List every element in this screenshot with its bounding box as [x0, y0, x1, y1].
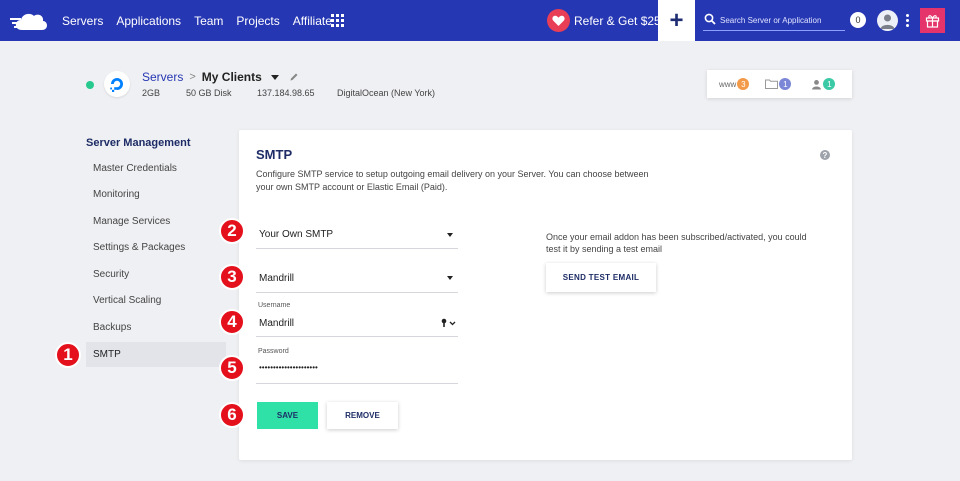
search-box [703, 10, 845, 31]
step-marker-2: 2 [219, 218, 245, 244]
help-icon[interactable]: ? [820, 150, 830, 160]
sidebar-item-backups[interactable]: Backups [86, 315, 226, 340]
step-marker-3: 3 [219, 264, 245, 290]
server-ip: 137.184.98.65 [257, 88, 315, 98]
edit-pencil-icon[interactable] [289, 72, 299, 82]
more-menu-icon[interactable] [906, 14, 909, 27]
sidebar-item-settings-packages[interactable]: Settings & Packages [86, 235, 226, 260]
notification-badge[interactable]: 0 [850, 12, 866, 28]
smtp-type-select[interactable]: Your Own SMTP [256, 222, 458, 249]
refer-label: Refer & Get $25 [574, 13, 661, 28]
stat-team[interactable]: 1 [811, 78, 836, 90]
user-icon [880, 14, 895, 29]
send-test-email-button[interactable]: SEND TEST EMAIL [546, 263, 656, 292]
save-button[interactable]: SAVE [257, 402, 318, 429]
password-value: ••••••••••••••••••••• [259, 363, 318, 372]
gift-button[interactable] [920, 8, 945, 33]
test-email-info: Once your email addon has been subscribe… [546, 232, 807, 254]
breadcrumb-servers-link[interactable]: Servers [142, 70, 183, 84]
sidebar-item-security[interactable]: Security [86, 262, 226, 287]
caret-down-icon [447, 276, 453, 280]
avatar[interactable] [877, 10, 898, 31]
stat-applications[interactable]: www 3 [719, 78, 750, 90]
sidebar-heading: Server Management [86, 137, 191, 149]
sidebar-item-monitoring[interactable]: Monitoring [86, 182, 226, 207]
stat-count: 1 [823, 78, 836, 90]
caret-down-icon [447, 233, 453, 237]
server-stats: www 3 1 1 [707, 70, 852, 98]
server-switch-dropdown-icon[interactable] [270, 74, 279, 80]
smtp-provider-select[interactable]: Mandrill [256, 266, 458, 293]
password-manager-key-icon[interactable] [441, 318, 456, 328]
heart-icon [547, 9, 570, 32]
step-marker-5: 5 [219, 355, 245, 381]
username-value: Mandrill [259, 318, 295, 329]
server-provider: DigitalOcean (New York) [337, 88, 436, 98]
nav-applications[interactable]: Applications [116, 14, 181, 28]
sidebar-item-manage-services[interactable]: Manage Services [86, 209, 226, 234]
username-label: Username [258, 302, 291, 309]
search-icon [704, 13, 716, 25]
nav-affiliate[interactable]: Affiliate [293, 14, 332, 28]
gift-icon [925, 15, 940, 28]
www-icon: www [719, 79, 737, 89]
chevron-right-icon: > [189, 71, 196, 83]
sidebar-item-vertical-scaling[interactable]: Vertical Scaling [86, 288, 226, 313]
sidebar-item-smtp[interactable]: SMTP [86, 342, 226, 367]
add-button[interactable]: + [658, 0, 695, 41]
smtp-description: Configure SMTP service to setup outgoing… [256, 169, 649, 192]
main-nav: Servers Applications Team Projects Affil… [62, 0, 345, 41]
stat-projects[interactable]: 1 [765, 78, 792, 90]
top-navbar: Servers Applications Team Projects Affil… [0, 0, 960, 41]
refer-button[interactable]: Refer & Get $25 [547, 9, 661, 32]
remove-button[interactable]: REMOVE [327, 402, 398, 429]
step-marker-1: 1 [55, 342, 81, 368]
page-title: SMTP [256, 147, 293, 162]
apps-grid-icon[interactable] [331, 14, 344, 27]
stat-count: 1 [779, 78, 792, 90]
breadcrumb: Servers > My Clients [142, 70, 299, 84]
nav-projects[interactable]: Projects [236, 14, 279, 28]
server-status-indicator [86, 81, 94, 89]
password-label: Password [258, 348, 289, 355]
step-marker-4: 4 [219, 309, 245, 335]
server-disk: 50 GB Disk [186, 88, 232, 98]
cloudways-logo[interactable] [10, 10, 50, 32]
users-icon [812, 79, 822, 89]
stat-count: 3 [737, 78, 750, 90]
smtp-provider-value: Mandrill [259, 273, 295, 284]
username-field[interactable]: Mandrill [256, 312, 458, 337]
folder-icon [765, 79, 779, 89]
step-marker-6: 6 [219, 402, 245, 428]
search-input[interactable] [720, 11, 844, 29]
digitalocean-logo [104, 71, 130, 97]
server-name: My Clients [201, 70, 262, 84]
smtp-type-value: Your Own SMTP [259, 229, 334, 240]
server-ram: 2GB [142, 88, 161, 98]
nav-team[interactable]: Team [194, 14, 223, 28]
sidebar-item-master-credentials[interactable]: Master Credentials [86, 156, 226, 181]
nav-servers[interactable]: Servers [62, 14, 103, 28]
password-field[interactable]: ••••••••••••••••••••• [256, 358, 458, 384]
